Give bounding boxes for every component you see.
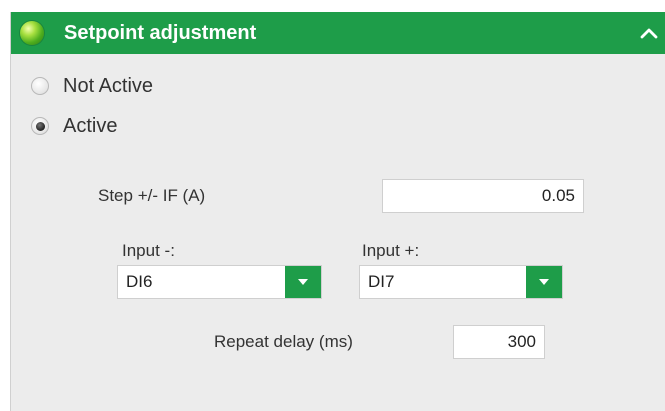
input-minus-select[interactable]: DI6 (117, 265, 322, 299)
setpoint-adjustment-panel: Setpoint adjustment Not Active Active St… (10, 12, 665, 411)
chevron-up-icon (640, 28, 658, 39)
radio-button-unselected[interactable] (31, 77, 49, 95)
step-input[interactable] (382, 179, 584, 213)
repeat-delay-label: Repeat delay (ms) (214, 332, 353, 351)
radio-active[interactable]: Active (31, 112, 117, 140)
radio-label-active: Active (63, 114, 118, 137)
input-minus-value: DI6 (126, 272, 153, 291)
panel-title: Setpoint adjustment (64, 22, 257, 44)
input-minus-dropdown-button[interactable] (285, 266, 321, 298)
input-plus-dropdown-button[interactable] (526, 266, 562, 298)
collapse-button[interactable] (632, 12, 665, 54)
input-plus-label: Input +: (362, 241, 420, 260)
radio-button-selected[interactable] (31, 117, 49, 135)
step-label: Step +/- IF (A) (98, 186, 206, 205)
panel-header[interactable]: Setpoint adjustment (11, 12, 665, 54)
radio-not-active[interactable]: Not Active (31, 72, 153, 100)
input-minus-label: Input -: (122, 241, 175, 260)
input-plus-select[interactable]: DI7 (359, 265, 563, 299)
caret-down-icon (539, 279, 549, 285)
green-orb-icon (20, 21, 44, 45)
repeat-delay-input[interactable] (453, 325, 545, 359)
caret-down-icon (298, 279, 308, 285)
input-plus-value: DI7 (368, 272, 395, 291)
radio-label-not-active: Not Active (63, 74, 154, 97)
